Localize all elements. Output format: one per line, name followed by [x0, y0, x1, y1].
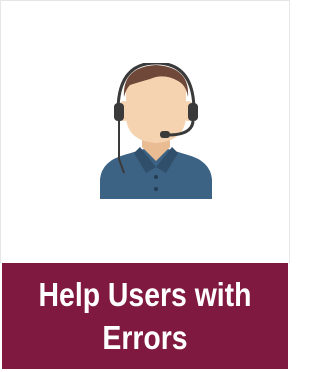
- tile-title-banner[interactable]: Help Users with Errors: [2, 263, 288, 369]
- help-users-tile[interactable]: Help Users with Errors: [0, 0, 290, 372]
- support-agent-headset-icon: [100, 63, 212, 199]
- tile-title: Help Users with Errors: [38, 276, 252, 356]
- tile-image-area: [0, 0, 290, 263]
